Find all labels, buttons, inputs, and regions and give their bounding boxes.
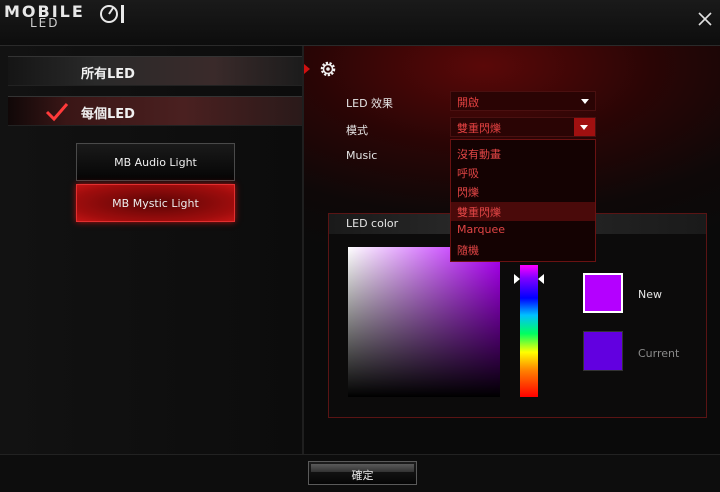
ok-button-label: 確定 — [351, 469, 374, 482]
title-bar: MOBILE LED — [0, 0, 720, 46]
led-effect-select[interactable]: 開啟 — [450, 91, 596, 111]
music-label: Music — [346, 149, 378, 162]
led-color-title: LED color — [346, 217, 399, 230]
new-color-label: New — [638, 288, 662, 301]
mode-option[interactable]: 閃爍 — [451, 182, 595, 201]
chevron-down-icon — [581, 99, 589, 104]
mode-label: 模式 — [346, 124, 368, 137]
current-color-label: Current — [638, 347, 680, 360]
gear-icon — [320, 61, 336, 77]
tab-each-led[interactable]: 每個LED — [8, 96, 302, 126]
mode-option[interactable]: 沒有動畫 — [451, 144, 595, 163]
ok-button[interactable]: 確定 — [308, 461, 417, 485]
mode-option-selected[interactable]: 雙重閃爍 — [451, 202, 595, 221]
checkmark-icon — [45, 103, 69, 122]
mb-mystic-light-button[interactable]: MB Mystic Light — [76, 184, 235, 222]
current-color-swatch — [583, 331, 623, 371]
hue-slider[interactable] — [520, 265, 538, 397]
logo-sub-text: LED — [30, 16, 60, 30]
mb-audio-light-label: MB Audio Light — [114, 155, 197, 169]
tab-all-led-label: 所有LED — [81, 67, 135, 82]
hue-slider-handle[interactable] — [514, 274, 544, 284]
close-button[interactable] — [696, 10, 714, 28]
saturation-value-picker[interactable] — [348, 247, 500, 397]
mode-option[interactable]: 呼吸 — [451, 163, 595, 182]
led-effect-label: LED 效果 — [346, 97, 394, 110]
mode-option[interactable]: Marquee — [451, 221, 595, 240]
mb-mystic-light-label: MB Mystic Light — [112, 196, 199, 210]
close-icon — [698, 12, 712, 26]
logo-dial-icon — [100, 5, 124, 23]
mode-dropdown-list: 沒有動畫 呼吸 閃爍 雙重閃爍 Marquee 隨機 — [450, 139, 596, 262]
led-effect-value: 開啟 — [457, 96, 479, 109]
app-logo: MOBILE LED — [4, 2, 134, 30]
mode-option[interactable]: 隨機 — [451, 240, 595, 259]
tab-each-led-label: 每個LED — [81, 107, 135, 122]
chevron-down-icon — [580, 125, 588, 130]
mb-audio-light-button[interactable]: MB Audio Light — [76, 143, 235, 181]
mode-select[interactable]: 雙重閃爍 — [450, 117, 596, 137]
tab-all-led[interactable]: 所有LED — [8, 56, 302, 86]
new-color-swatch — [583, 273, 623, 313]
active-arrow-icon — [304, 64, 310, 74]
mode-value: 雙重閃爍 — [457, 122, 501, 135]
